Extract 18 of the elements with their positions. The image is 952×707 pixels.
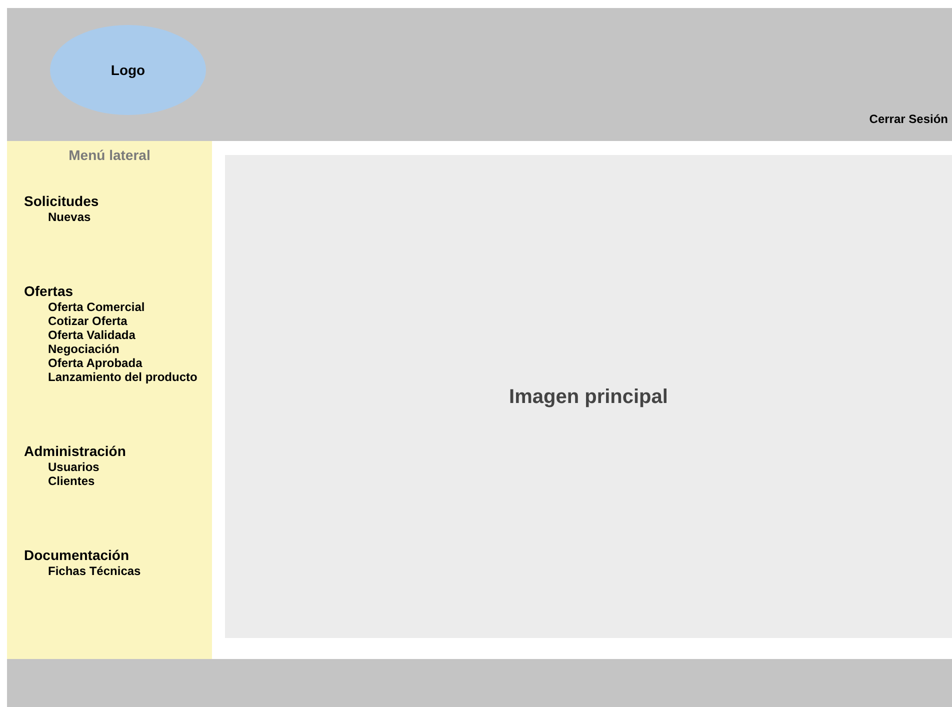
menu-item[interactable]: Oferta Comercial (48, 300, 212, 314)
logo: Logo (50, 25, 206, 115)
logout-link[interactable]: Cerrar Sesión (869, 110, 948, 128)
section-heading: Documentación (24, 546, 130, 564)
section-heading: Solicitudes (24, 192, 100, 210)
menu-item[interactable]: Oferta Validada (48, 328, 212, 342)
menu-item[interactable]: Oferta Aprobada (48, 356, 212, 370)
section-heading: Administración (24, 442, 127, 460)
menu-item[interactable]: Nuevas (48, 210, 212, 224)
sidebar-title: Menú lateral (68, 146, 152, 165)
menu-item[interactable]: Clientes (48, 474, 212, 488)
menu-item[interactable]: Fichas Técnicas (48, 564, 212, 578)
menu-item[interactable]: Usuarios (48, 460, 212, 474)
placeholder-label: Imagen principal (509, 384, 668, 410)
menu-item[interactable]: Lanzamiento del producto (48, 370, 212, 384)
section-heading: Ofertas (24, 282, 74, 300)
menu-item[interactable]: Cotizar Oferta (48, 314, 212, 328)
menu-item[interactable]: Negociación (48, 342, 212, 356)
